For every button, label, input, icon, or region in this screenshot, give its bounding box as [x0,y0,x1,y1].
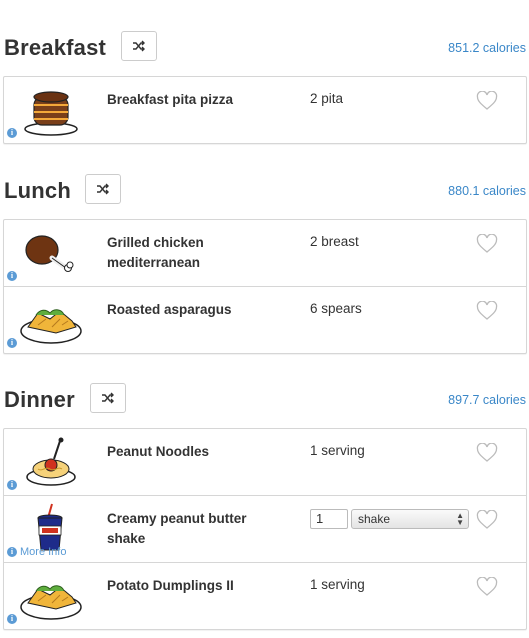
meal-title: Dinner [4,387,75,412]
meal-calories[interactable]: 880.1 calories [448,184,526,198]
food-name[interactable]: Potato Dumplings II [107,576,287,596]
meal-card-breakfast: i Breakfast pita pizza 2 pita [3,76,527,144]
food-name[interactable]: Grilled chicken mediterranean [107,233,287,273]
food-name[interactable]: Peanut Noodles [107,442,287,462]
heart-outline-icon[interactable] [476,510,498,530]
shuffle-button[interactable] [90,383,126,413]
more-info-label: More Info [20,546,67,558]
info-icon[interactable]: i [7,128,17,138]
shuffle-icon [97,183,109,195]
food-name[interactable]: Breakfast pita pizza [107,90,287,110]
chicken-leg-icon[interactable] [18,226,84,280]
shuffle-icon [133,40,145,52]
food-amount[interactable]: 1 serving [310,443,365,458]
food-row: i More Info Creamy peanut butter shake 1… [4,495,526,562]
heart-outline-icon[interactable] [476,234,498,254]
quantity-input[interactable]: 1 [310,509,348,529]
info-icon[interactable]: i [7,271,17,281]
unit-select[interactable]: shake ▲ ▼ [351,509,469,529]
heart-outline-icon[interactable] [476,577,498,597]
unit-select-value: shake [358,512,391,526]
food-amount[interactable]: 1 serving [310,577,365,592]
shuffle-icon [102,392,114,404]
food-name[interactable]: Roasted asparagus [107,300,287,320]
meal-title: Lunch [4,178,71,203]
food-row: i Breakfast pita pizza 2 pita [4,77,526,143]
meal-calories[interactable]: 897.7 calories [448,393,526,407]
meal-card-dinner: i Peanut Noodles 1 serving i More Info C… [3,428,527,630]
food-row: i Roasted asparagus 6 spears [4,286,526,353]
food-row: i Potato Dumplings II 1 serving [4,562,526,629]
meal-calories[interactable]: 851.2 calories [448,41,526,55]
shuffle-button[interactable] [85,174,121,204]
heart-outline-icon[interactable] [476,301,498,321]
meal-header-breakfast: Breakfast 851.2 calories [0,31,529,71]
info-icon[interactable]: i [7,338,17,348]
food-row: i Peanut Noodles 1 serving [4,429,526,495]
food-row: i Grilled chicken mediterranean 2 breast [4,220,526,286]
pancakes-icon[interactable] [18,83,84,137]
heart-outline-icon[interactable] [476,443,498,463]
heart-outline-icon[interactable] [476,91,498,111]
spaghetti-icon[interactable] [18,435,84,489]
more-info-link[interactable]: i More Info [7,546,66,558]
salad-plate-icon[interactable] [18,293,84,347]
food-amount[interactable]: 2 pita [310,91,343,106]
food-amount[interactable]: 2 breast [310,234,359,249]
info-icon[interactable]: i [7,614,17,624]
info-icon[interactable]: i [7,480,17,490]
meal-card-lunch: i Grilled chicken mediterranean 2 breast… [3,219,527,354]
select-arrows-icon: ▲ ▼ [456,511,464,527]
salad-plate-icon[interactable] [18,569,84,623]
info-icon: i [7,547,17,557]
meal-header-lunch: Lunch 880.1 calories [0,174,529,214]
meal-title: Breakfast [4,35,107,60]
shuffle-button[interactable] [121,31,157,61]
meal-header-dinner: Dinner 897.7 calories [0,383,529,423]
food-name[interactable]: Creamy peanut butter shake [107,509,287,549]
food-amount[interactable]: 6 spears [310,301,362,316]
